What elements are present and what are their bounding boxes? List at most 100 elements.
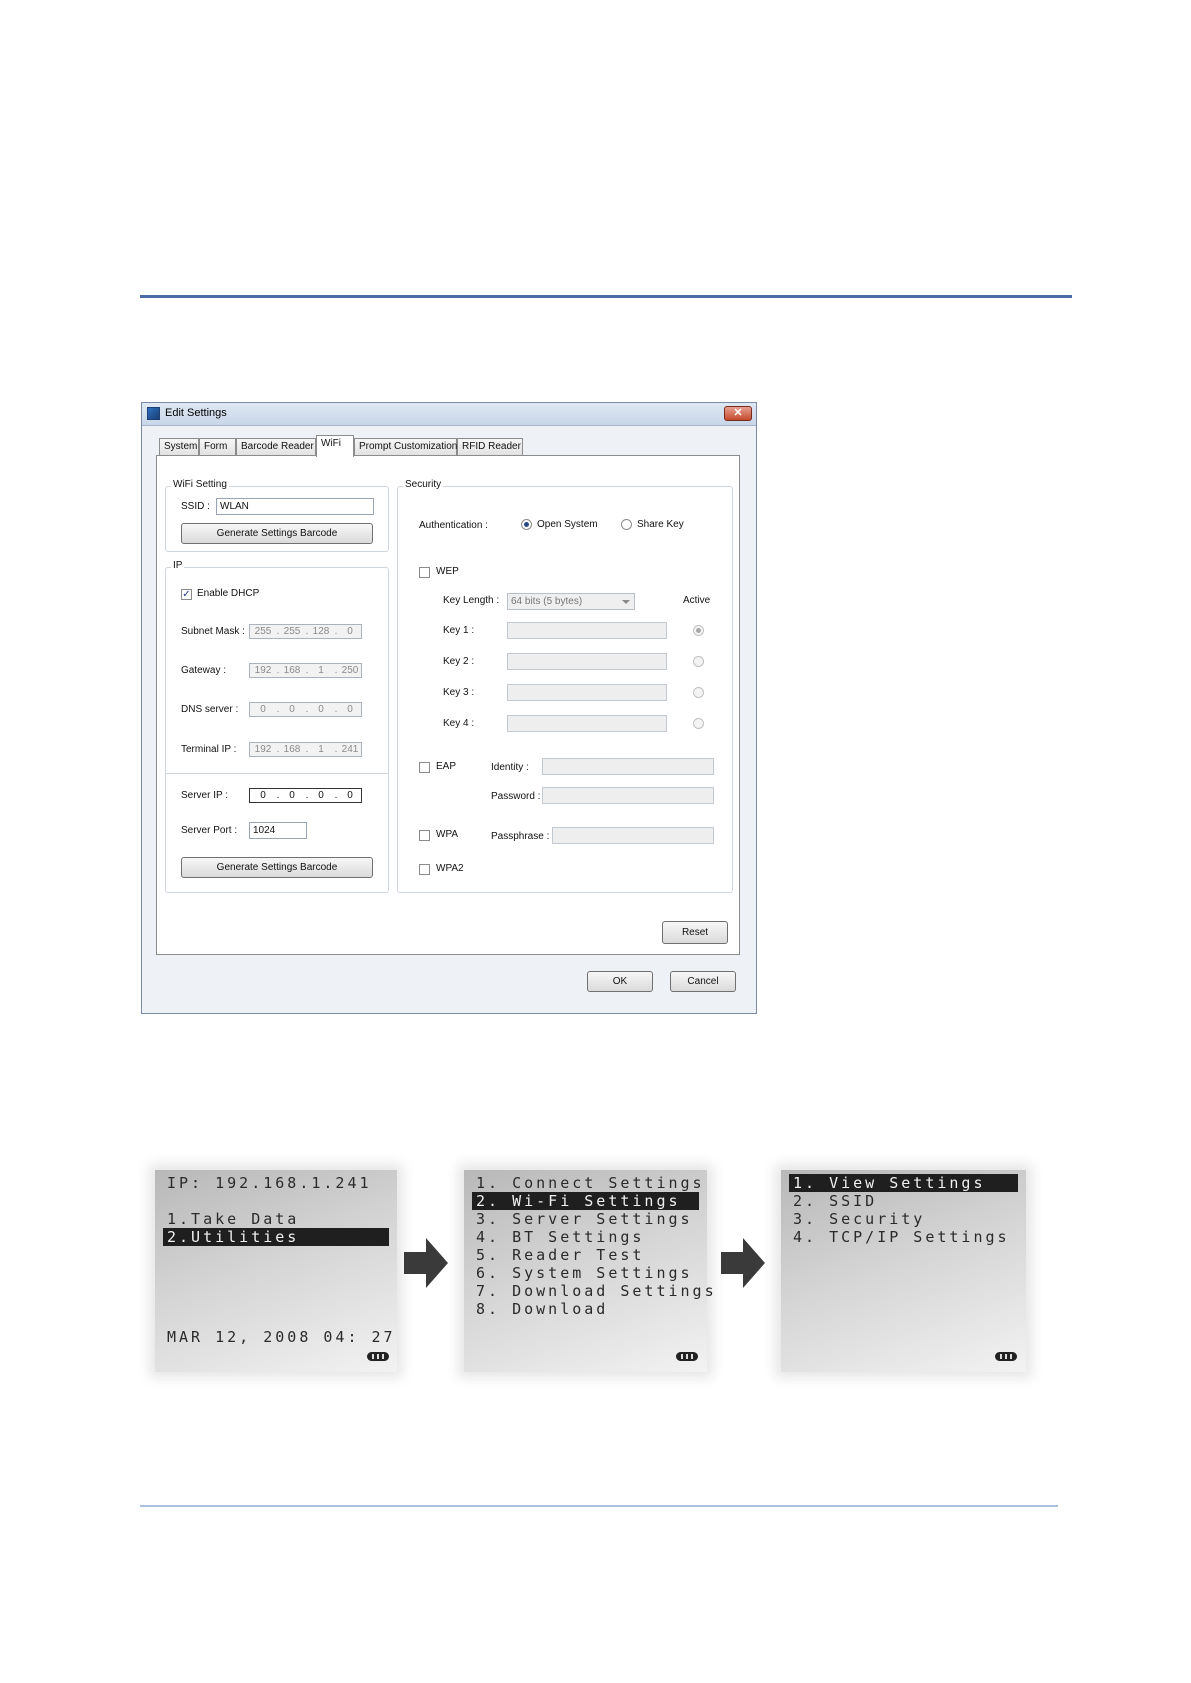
- key-3-active-radio[interactable]: [693, 687, 704, 698]
- arrow-right-icon: [404, 1238, 448, 1288]
- eap-label: EAP: [436, 761, 457, 772]
- server-ip-field[interactable]: 0 . 0 . 0 . 0: [249, 788, 362, 803]
- ip-octet: 1: [318, 744, 324, 755]
- app-icon: [147, 407, 160, 420]
- ip-octet: 168: [283, 665, 301, 676]
- lcd-line: 4. TCP/IP Settings: [793, 1228, 1010, 1246]
- ip-octet: 241: [341, 744, 359, 755]
- share-key-radio[interactable]: [621, 519, 632, 530]
- terminal-ip-field[interactable]: 192 . 168 . 1 . 241: [249, 742, 362, 757]
- chevron-down-icon: [622, 600, 630, 604]
- dialog-title: Edit Settings: [165, 407, 227, 419]
- tab-wifi[interactable]: WiFi: [316, 435, 354, 457]
- subnet-mask-field[interactable]: 255 . 255 . 128 . 0: [249, 624, 362, 639]
- lcd-line: 4. BT Settings: [476, 1228, 645, 1246]
- wpa2-checkbox[interactable]: [419, 864, 430, 875]
- server-port-label: Server Port :: [181, 825, 238, 836]
- ok-button[interactable]: OK: [587, 971, 653, 992]
- tab-rfid-reader[interactable]: RFID Reader: [457, 438, 523, 455]
- lcd-line: IP: 192.168.1.241: [167, 1174, 372, 1192]
- lcd-line: 2. SSID: [793, 1192, 878, 1210]
- lcd-line: 3. Server Settings: [476, 1210, 693, 1228]
- wifi-tab-panel: WiFi Setting SSID : WLAN Generate Settin…: [156, 455, 740, 955]
- server-port-input[interactable]: 1024: [249, 822, 307, 839]
- battery-icon: [676, 1352, 698, 1361]
- gateway-label: Gateway :: [181, 665, 227, 676]
- tab-barcode-reader[interactable]: Barcode Reader: [236, 438, 316, 455]
- key-4-input[interactable]: [507, 715, 667, 732]
- ip-octet: 250: [341, 665, 359, 676]
- server-ip-label: Server IP :: [181, 790, 229, 801]
- share-key-label: Share Key: [637, 519, 684, 530]
- lcd-line: 5. Reader Test: [476, 1246, 645, 1264]
- wpa-checkbox[interactable]: [419, 830, 430, 841]
- key-3-input[interactable]: [507, 684, 667, 701]
- security-title: Security: [403, 479, 444, 490]
- eap-checkbox[interactable]: [419, 762, 430, 773]
- lcd-line: 8. Download: [476, 1300, 609, 1318]
- cancel-button[interactable]: Cancel: [670, 971, 736, 992]
- wep-checkbox[interactable]: [419, 567, 430, 578]
- key-4-active-radio[interactable]: [693, 718, 704, 729]
- enable-dhcp-checkbox[interactable]: ✓: [181, 589, 192, 600]
- generate-ip-barcode-button[interactable]: Generate Settings Barcode: [181, 857, 373, 878]
- reset-button[interactable]: Reset: [662, 921, 728, 944]
- open-system-radio[interactable]: [521, 519, 532, 530]
- terminal-ip-label: Terminal IP :: [181, 744, 237, 755]
- key-length-label: Key Length :: [443, 595, 500, 606]
- lcd-line-selected[interactable]: 1. View Settings: [789, 1174, 1018, 1192]
- tab-prompt-customization[interactable]: Prompt Customization: [354, 438, 457, 455]
- dns-server-field[interactable]: 0 . 0 . 0 . 0: [249, 702, 362, 717]
- lcd-line: 6. System Settings: [476, 1264, 693, 1282]
- lcd-line: 1.Take Data: [167, 1210, 300, 1228]
- wpa-label: WPA: [436, 829, 459, 840]
- title-bar[interactable]: Edit Settings ✕: [142, 403, 756, 426]
- ip-octet: 128: [312, 626, 330, 637]
- key-length-value: 64 bits (5 bytes): [511, 596, 583, 607]
- passphrase-label: Passphrase :: [491, 831, 550, 842]
- identity-input[interactable]: [542, 758, 714, 775]
- lcd-line-selected[interactable]: 2.Utilities: [163, 1228, 389, 1246]
- ip-octet: 168: [283, 744, 301, 755]
- ip-octet: 192: [254, 744, 272, 755]
- key-2-input[interactable]: [507, 653, 667, 670]
- key-2-active-radio[interactable]: [693, 656, 704, 667]
- key-1-input[interactable]: [507, 622, 667, 639]
- terminal-screen-utilities-menu: 1. Connect Settings 2. Wi-Fi Settings 3.…: [464, 1170, 714, 1372]
- lcd-date-time: MAR 12, 2008 04: 27: [167, 1328, 396, 1346]
- passphrase-input[interactable]: [552, 827, 714, 844]
- active-column-label: Active: [683, 595, 711, 606]
- key-2-label: Key 2 :: [443, 656, 475, 667]
- ip-octet: 255: [283, 626, 301, 637]
- open-system-label: Open System: [537, 519, 598, 530]
- key-1-active-radio[interactable]: [693, 625, 704, 636]
- password-label: Password :: [491, 791, 541, 802]
- tab-system[interactable]: System: [159, 438, 199, 455]
- lcd-line: [163, 1192, 167, 1210]
- enable-dhcp-label: Enable DHCP: [197, 588, 260, 599]
- password-input[interactable]: [542, 787, 714, 804]
- footer-rule: [140, 1505, 1058, 1507]
- key-3-label: Key 3 :: [443, 687, 475, 698]
- arrow-right-icon: [721, 1238, 765, 1288]
- close-button[interactable]: ✕: [724, 406, 752, 421]
- gateway-field[interactable]: 192 . 168 . 1 . 250: [249, 663, 362, 678]
- ip-octet: 0: [260, 704, 266, 715]
- lcd-line: 7. Download Settings: [476, 1282, 717, 1300]
- ip-octet: 255: [254, 626, 272, 637]
- ip-octet: 0: [289, 704, 295, 715]
- lcd-line-selected[interactable]: 2. Wi-Fi Settings: [472, 1192, 699, 1210]
- key-length-select[interactable]: 64 bits (5 bytes): [507, 593, 635, 610]
- tab-form[interactable]: Form: [199, 438, 236, 455]
- subnet-mask-label: Subnet Mask :: [181, 626, 245, 637]
- ssid-label: SSID :: [181, 501, 210, 512]
- ip-octet: 1: [318, 665, 324, 676]
- ip-octet: 0: [347, 626, 353, 637]
- header-rule: [140, 295, 1072, 298]
- ssid-input[interactable]: WLAN: [216, 498, 374, 515]
- ip-octet: 0: [318, 790, 324, 801]
- generate-wifi-barcode-button[interactable]: Generate Settings Barcode: [181, 523, 373, 544]
- ip-octet: 0: [318, 704, 324, 715]
- edit-settings-dialog: Edit Settings ✕ System Form Barcode Read…: [141, 402, 757, 1014]
- wep-label: WEP: [436, 566, 459, 577]
